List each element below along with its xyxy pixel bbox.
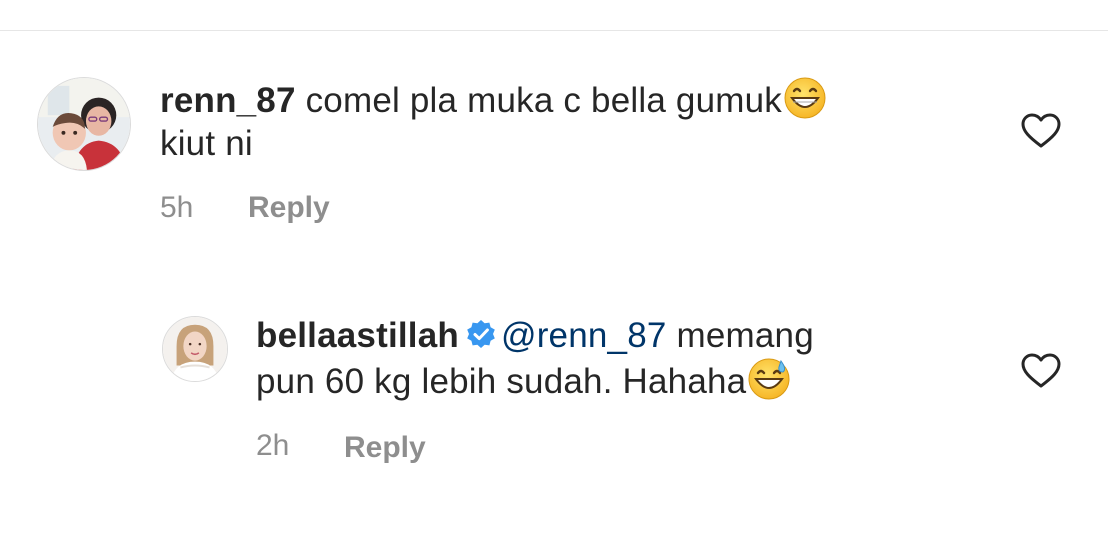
comment-text: comel pla muka c bella gumuk — [305, 81, 782, 120]
comment-timestamp: 2h — [256, 429, 290, 462]
comment-username[interactable]: renn_87 — [160, 81, 296, 120]
reply-button[interactable]: Reply — [344, 430, 426, 466]
verified-badge-icon — [467, 320, 495, 348]
grinning-face-emoji — [784, 77, 826, 119]
avatar-renn-87[interactable] — [37, 77, 131, 171]
comment-body: renn_87 comel pla muka c bella gumuk kiu… — [160, 76, 960, 165]
comment-text-line2: pun 60 kg lebih sudah. Hahaha — [256, 362, 747, 401]
mention-link[interactable]: @renn_87 — [501, 316, 667, 355]
reply-button[interactable]: Reply — [248, 190, 330, 226]
top-divider — [0, 30, 1108, 31]
comment-timestamp: 5h — [160, 191, 194, 224]
comment-text-line2: kiut ni — [160, 124, 253, 163]
comment-username[interactable]: bellaastillah — [256, 316, 459, 355]
avatar-photo — [38, 78, 130, 170]
heart-outline-icon[interactable] — [1021, 353, 1061, 389]
avatar-bellaastillah[interactable] — [162, 316, 228, 382]
heart-outline-icon[interactable] — [1021, 113, 1061, 149]
comment-text: memang — [676, 316, 814, 355]
avatar-photo — [163, 317, 227, 381]
grinning-sweat-emoji — [748, 358, 790, 400]
reply-comment-body: bellaastillah @renn_87 memang pun 60 kg … — [256, 314, 956, 403]
